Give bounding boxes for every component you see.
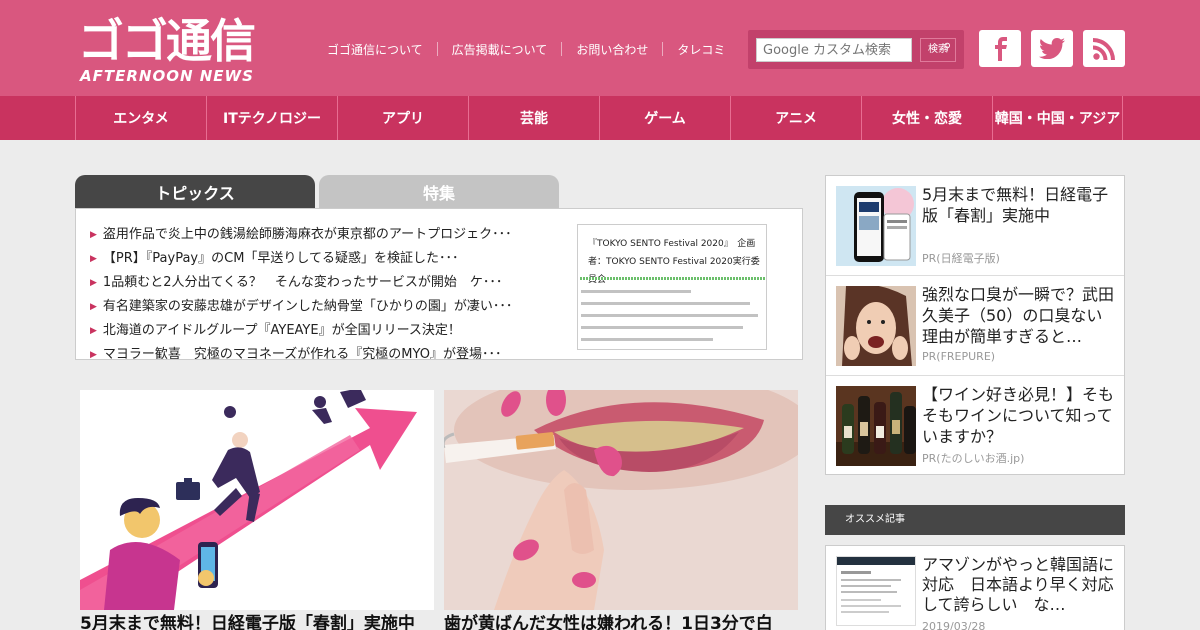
arrow-right-icon: ▶ <box>90 302 97 312</box>
nav-anime[interactable]: アニメ <box>730 96 861 140</box>
divider <box>436 42 438 56</box>
topic-item[interactable]: ▶ 有名建築家の安藤忠雄がデザインした納骨堂「ひかりの園」が凄い･･･ <box>90 295 560 319</box>
topic-list: ▶ 盗用作品で炎上中の銭湯絵師勝海麻衣が東京都のアートプロジェク･･･ ▶ 【PR】… <box>90 223 560 360</box>
ad-source: PR(日経電子版) <box>922 252 1000 265</box>
topic-item[interactable]: ▶ 北海道のアイドルグループ『AYEAYE』が全国リリース決定！ <box>90 319 560 343</box>
nav-apps[interactable]: アプリ <box>337 96 468 140</box>
recommended-heading: オススメ記事 <box>825 505 1125 535</box>
article-title[interactable]: 歯が黄ばんだ女性は嫌われる！1日3分で白 <box>444 612 798 630</box>
recommended-thumbnail <box>836 556 916 626</box>
article-image-smoking-woman[interactable] <box>444 390 798 610</box>
sponsored-item[interactable]: 強烈な口臭が一瞬で？武田久美子（50）の口臭ない理由が簡単すぎると… PR(FR… <box>826 276 1124 376</box>
nav-entertainment[interactable]: エンタメ <box>75 96 206 140</box>
recommended-title[interactable]: アマゾンがやっと韓国語に対応 日本語より早く対応して誇らしい な… <box>922 555 1116 615</box>
topic-link[interactable]: 北海道のアイドルグループ『AYEAYE』が全国リリース決定！ <box>103 323 461 338</box>
nav-women-romance[interactable]: 女性・恋愛 <box>861 96 992 140</box>
thumbnail-caption: 『TOKYO SENTO Festival 2020』 企画者：TOKYO SE… <box>588 239 760 285</box>
divider <box>662 42 664 56</box>
rss-icon[interactable] <box>1083 30 1125 67</box>
topic-link[interactable]: マヨラー歓喜 究極のマヨネーズが作れる『究極のMYO』が登場･･･ <box>103 347 502 359</box>
header-links: ゴゴ通信について 広告掲載について お問い合わせ タレコミ <box>327 40 725 58</box>
topics-panel: ▶ 盗用作品で炎上中の銭湯絵師勝海麻衣が東京都のアートプロジェク･･･ ▶ 【PR】… <box>75 208 803 360</box>
topic-link[interactable]: 1品頼むと2人分出てくる？ そんな変わったサービスが開始 ケ･･･ <box>103 275 502 290</box>
site-header: ゴゴ通信 AFTERNOON NEWS ゴゴ通信について 広告掲載について お問… <box>0 0 1200 96</box>
nav-asia[interactable]: 韓国・中国・アジア <box>992 96 1123 140</box>
topic-thumbnail[interactable]: 『TOKYO SENTO Festival 2020』 企画者：TOKYO SE… <box>577 224 767 350</box>
ad-thumbnail <box>836 286 916 366</box>
sponsored-item[interactable]: 5月末まで無料！日経電子版「春割」実施中 PR(日経電子版) <box>826 176 1124 276</box>
ad-title[interactable]: 5月末まで無料！日経電子版「春割」実施中 <box>922 184 1118 226</box>
link-contact[interactable]: お問い合わせ <box>576 41 648 58</box>
tab-special-feature[interactable]: 特集 <box>319 175 559 209</box>
arrow-right-icon: ▶ <box>90 254 97 264</box>
topic-item[interactable]: ▶ 1品頼むと2人分出てくる？ そんな変わったサービスが開始 ケ･･･ <box>90 271 560 295</box>
arrow-right-icon: ▶ <box>90 230 97 240</box>
nav-games[interactable]: ゲーム <box>599 96 730 140</box>
divider <box>561 42 563 56</box>
topic-link[interactable]: 【PR】『PayPay』のCM「早送りしてる疑惑」を検証した･･･ <box>103 251 459 266</box>
search-form: 検索 ⚲ <box>748 30 964 69</box>
arrow-right-icon: ▶ <box>90 350 97 360</box>
link-about[interactable]: ゴゴ通信について <box>327 41 423 58</box>
link-tip-off[interactable]: タレコミ <box>677 41 725 58</box>
ad-title[interactable]: 強烈な口臭が一瞬で？武田久美子（50）の口臭ない理由が簡単すぎると… <box>922 284 1118 347</box>
topic-item[interactable]: ▶ 盗用作品で炎上中の銭湯絵師勝海麻衣が東京都のアートプロジェク･･･ <box>90 223 560 247</box>
ad-thumbnail <box>836 386 916 466</box>
sponsored-item[interactable]: 【ワイン好き必見！】そもそもワインについて知っていますか？ PR(たのしいお酒.… <box>826 376 1124 476</box>
thumbnail-text-lines <box>581 290 765 349</box>
sponsored-box: 5月末まで無料！日経電子版「春割」実施中 PR(日経電子版) 強烈な口臭が一瞬で… <box>825 175 1125 475</box>
topic-item[interactable]: ▶ マヨラー歓喜 究極のマヨネーズが作れる『究極のMYO』が登場･･･ <box>90 343 560 360</box>
topic-item[interactable]: ▶ 【PR】『PayPay』のCM「早送りしてる疑惑」を検証した･･･ <box>90 247 560 271</box>
article-title[interactable]: 5月末まで無料！日経電子版「春割」実施中 <box>80 612 434 630</box>
logo-subtitle: AFTERNOON NEWS <box>80 67 254 85</box>
thumbnail-rule <box>580 277 766 280</box>
illustration <box>80 390 417 610</box>
search-input[interactable] <box>756 38 912 62</box>
photo <box>444 390 798 610</box>
main-nav: エンタメ ITテクノロジー アプリ 芸能 ゲーム アニメ 女性・恋愛 韓国・中国… <box>0 96 1200 140</box>
search-icon: ⚲ <box>943 42 951 53</box>
recommended-item[interactable]: アマゾンがやっと韓国語に対応 日本語より早く対応して誇らしい な… 2019/0… <box>825 545 1125 630</box>
arrow-right-icon: ▶ <box>90 278 97 288</box>
ad-thumbnail <box>836 186 916 266</box>
site-logo[interactable]: ゴゴ通信 AFTERNOON NEWS <box>78 14 308 86</box>
nav-celebrities[interactable]: 芸能 <box>468 96 599 140</box>
twitter-icon[interactable] <box>1031 30 1073 67</box>
ad-source: PR(FREPURE) <box>922 350 996 363</box>
ad-title[interactable]: 【ワイン好き必見！】そもそもワインについて知っていますか？ <box>922 384 1118 447</box>
recommended-date: 2019/03/28 <box>922 620 986 630</box>
topic-link[interactable]: 盗用作品で炎上中の銭湯絵師勝海麻衣が東京都のアートプロジェク･･･ <box>103 227 512 242</box>
search-button[interactable]: 検索 ⚲ <box>920 38 956 62</box>
link-advertising[interactable]: 広告掲載について <box>452 41 548 58</box>
facebook-icon[interactable] <box>979 30 1021 67</box>
tab-topics[interactable]: トピックス <box>75 175 315 209</box>
arrow-right-icon: ▶ <box>90 326 97 336</box>
logo-title: ゴゴ通信 <box>78 14 256 68</box>
topic-link[interactable]: 有名建築家の安藤忠雄がデザインした納骨堂「ひかりの園」が凄い･･･ <box>103 299 513 314</box>
ad-source: PR(たのしいお酒.jp) <box>922 452 1025 465</box>
article-image-business-illustration[interactable] <box>80 390 434 610</box>
nav-it-technology[interactable]: ITテクノロジー <box>206 96 337 140</box>
